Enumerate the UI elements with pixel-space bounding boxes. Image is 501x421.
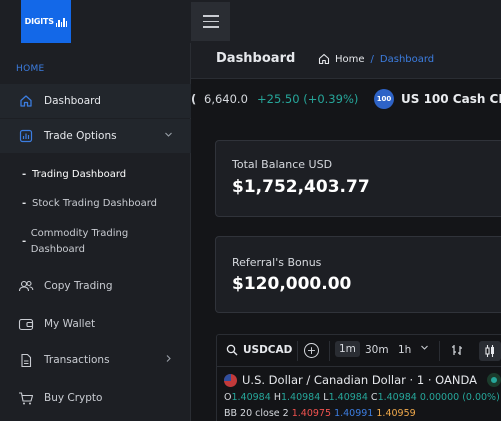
chart-icon (18, 128, 34, 144)
sidebar-item-label: Trade Options (44, 130, 117, 142)
chevron-down-icon (164, 130, 173, 142)
us100-badge-icon: 100 (374, 89, 394, 109)
chart-toolbar: USDCAD + 1m 30m 1h (217, 335, 501, 367)
breadcrumb-home-link[interactable]: Home (335, 54, 365, 65)
timeframe-dropdown-chevron-icon[interactable] (420, 343, 429, 355)
timeframe-30m[interactable]: 30m (365, 344, 389, 356)
submenu-item-commodity-trading-dashboard[interactable]: - Commodity Trading Dashboard (22, 226, 152, 258)
sidebar-item-dashboard[interactable]: Dashboard (0, 84, 191, 118)
add-symbol-button[interactable]: + (304, 343, 319, 358)
ohlc-close: 1.40984 (377, 392, 417, 403)
chart-legend: U.S. Dollar / Canadian Dollar · 1 · OAND… (224, 373, 501, 387)
ticker-prev-symbol-fragment: ( (191, 92, 197, 106)
bb-lower: 1.40959 (376, 408, 416, 419)
ohlc-high: 1.40984 (280, 392, 321, 403)
bb-upper: 1.40991 (334, 408, 374, 419)
bb-basis: 1.40975 (291, 408, 332, 419)
cart-icon (18, 390, 34, 406)
home-icon (318, 53, 330, 65)
sidebar-item-buy-crypto[interactable]: Buy Crypto (0, 381, 191, 415)
sidebar-item-my-wallet[interactable]: My Wallet (0, 307, 191, 341)
wallet-icon (18, 316, 34, 332)
submenu-item-label: Trading Dashboard (32, 169, 127, 180)
total-balance-card: Total Balance USD $1,752,403.77 (215, 140, 501, 217)
ohlc-readout: O1.40984 H1.40984 L1.40984 C1.40984 0.00… (224, 392, 500, 403)
page-title: Dashboard (216, 51, 296, 66)
top-header (191, 0, 501, 43)
referral-bonus-value: $120,000.00 (232, 274, 352, 294)
ohlc-open: 1.40984 (231, 392, 271, 403)
breadcrumb-separator: / (370, 53, 374, 65)
ticker-tape[interactable]: ( 6,640.0 +25.50 (+0.39%) 100 US 100 Cas… (191, 86, 501, 112)
sidebar-item-label: My Wallet (44, 318, 96, 330)
ticker-price: 6,640.0 (204, 92, 248, 106)
breadcrumb-current: Dashboard (379, 53, 435, 65)
document-icon (18, 352, 34, 368)
bollinger-readout: BB 20 close 2 1.40975 1.40991 1.40959 (224, 408, 416, 419)
referral-bonus-label: Referral's Bonus (232, 256, 322, 269)
sidebar: DIGITS HOME Dashboard Trade Options - Tr… (0, 0, 191, 421)
total-balance-label: Total Balance USD (232, 158, 333, 171)
breadcrumb: Home / Dashboard (318, 53, 434, 65)
sidebar-item-label: Copy Trading (44, 280, 113, 292)
ohlc-low: 1.40984 (328, 392, 368, 403)
timeframe-1h[interactable]: 1h (398, 344, 411, 356)
app-root: DIGITS HOME Dashboard Trade Options - Tr… (0, 0, 501, 421)
menu-toggle-button[interactable] (191, 2, 230, 41)
home-icon (18, 93, 34, 109)
total-balance-value: $1,752,403.77 (232, 177, 370, 197)
market-open-status-icon (486, 373, 501, 387)
submenu-item-stock-trading-dashboard[interactable]: - Stock Trading Dashboard (22, 198, 157, 209)
ticker-symbol[interactable]: US 100 Cash CFD (401, 92, 501, 106)
sidebar-item-label: Transactions (44, 354, 110, 366)
trading-chart-widget[interactable]: USDCAD + 1m 30m 1h U.S. Dollar / Canadia… (216, 334, 501, 421)
sidebar-item-copy-trading[interactable]: Copy Trading (0, 269, 191, 303)
sidebar-item-label: Dashboard (44, 95, 101, 107)
referral-bonus-card: Referral's Bonus $120,000.00 (215, 236, 501, 313)
ohlc-change: 0.00000 (0.00%) (419, 392, 500, 403)
chart-symbol-search[interactable]: USDCAD (243, 344, 292, 356)
sidebar-item-label: Buy Crypto (44, 392, 103, 404)
candles-icon[interactable] (479, 341, 501, 361)
logo-text: DIGITS (24, 17, 54, 26)
submenu-item-trading-dashboard[interactable]: - Trading Dashboard (22, 169, 126, 180)
chevron-right-icon (164, 354, 173, 366)
ticker-change: +25.50 (+0.39%) (257, 92, 359, 106)
bb-label: BB 20 close 2 (224, 408, 289, 419)
usd-cad-flag-icon (224, 373, 237, 387)
bar-style-icon[interactable] (450, 343, 464, 357)
sidebar-item-trade-options[interactable]: Trade Options (0, 119, 191, 153)
sidebar-section-label: HOME (16, 64, 45, 74)
submenu-item-label: Commodity Trading Dashboard (30, 228, 129, 255)
logo-bars-icon (55, 17, 68, 27)
timeframe-1m[interactable]: 1m (335, 341, 360, 357)
sidebar-item-transactions[interactable]: Transactions (0, 343, 191, 377)
chart-title: U.S. Dollar / Canadian Dollar · 1 · OAND… (242, 373, 477, 387)
users-icon (18, 278, 34, 294)
brand-logo[interactable]: DIGITS (21, 0, 71, 43)
search-icon[interactable] (226, 344, 238, 356)
logo-bar: DIGITS (0, 0, 191, 43)
submenu-item-label: Stock Trading Dashboard (32, 198, 157, 209)
